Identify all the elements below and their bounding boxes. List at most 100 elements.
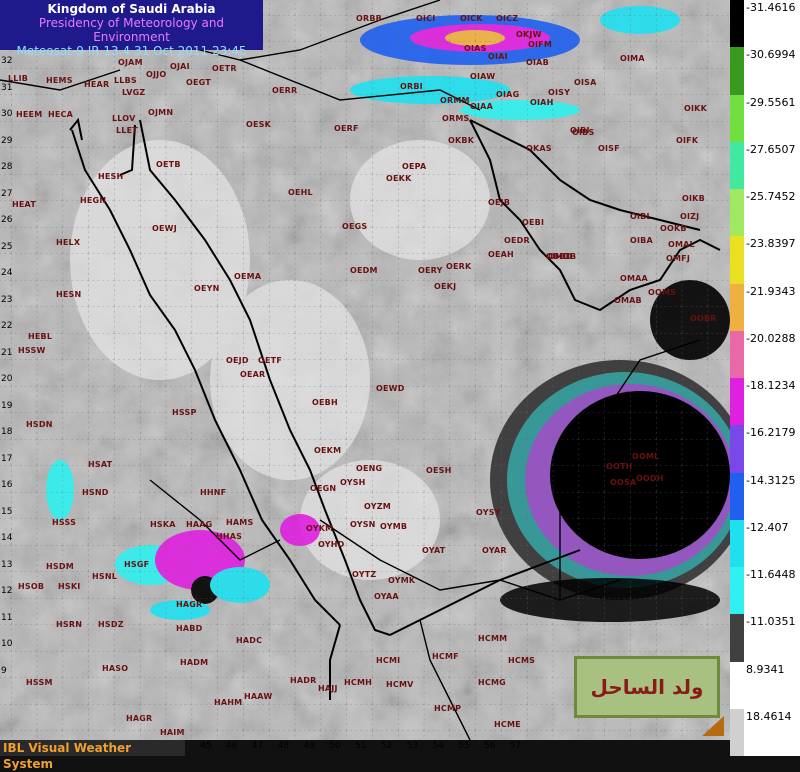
station-label: OISF [598, 144, 620, 153]
station-label: OIAW [470, 72, 496, 81]
station-label: OMAA [620, 274, 648, 283]
latitude-tick: 29 [1, 135, 13, 146]
station-label: OJAM [118, 58, 143, 67]
station-label: OKAS [526, 144, 552, 153]
station-label: OERK [446, 262, 472, 271]
legend-swatch [730, 425, 744, 473]
station-label: LLOV [112, 114, 136, 123]
legend-label: -14.3125 [746, 473, 796, 487]
temperature-legend: -31.4616 -30.6994 -29.5561 -27.6507 -25.7452… [730, 0, 800, 756]
station-label: OEKM [314, 446, 342, 455]
latitude-tick: 25 [1, 241, 13, 252]
station-label: OENG [356, 464, 383, 473]
satellite-map[interactable]: ORBB OICI OICK OICZ OIAS OIAI OIFM OJAM OJAI OJJO… [0, 0, 730, 740]
station-label: HESH [98, 172, 124, 181]
station-label: HAGR [126, 714, 153, 723]
station-label: OIAH [530, 98, 554, 107]
station-label: HELX [56, 238, 81, 247]
title-banner: Kingdom of Saudi Arabia Presidency of Me… [0, 0, 263, 58]
station-label: OJMN [148, 108, 174, 117]
station-label: OEJD [226, 356, 249, 365]
station-label: OEWJ [152, 224, 177, 233]
station-label: HCMS [508, 656, 536, 665]
longitude-tick: 47 [251, 741, 264, 751]
latitude-tick: 15 [1, 506, 13, 517]
latitude-tick: 17 [1, 453, 13, 464]
legend-swatch [730, 708, 744, 756]
latitude-tick: 9 [1, 665, 7, 676]
station-label: HSOB [18, 582, 45, 591]
station-label: OEBH [312, 398, 338, 407]
latitude-tick: 24 [1, 268, 13, 278]
station-label: OEYN [194, 284, 220, 293]
station-label: OEGS [342, 222, 368, 231]
station-label: HEMS [46, 76, 73, 85]
legend-swatch [730, 661, 744, 709]
station-label: OIAI [488, 52, 508, 61]
station-label: HADC [236, 636, 263, 645]
latitude-tick: 26 [1, 215, 13, 225]
legend-swatch [730, 141, 744, 189]
station-label: HAAG [186, 520, 213, 529]
latitude-tick: 32 [1, 56, 13, 66]
station-label: ORMS [442, 114, 470, 123]
latitude-tick: 23 [1, 294, 13, 305]
latitude-tick: 12 [1, 586, 13, 596]
station-label: HSSM [26, 678, 53, 687]
station-label: HECA [48, 110, 74, 119]
latitude-tick: 27 [1, 188, 13, 199]
station-label: OETB [156, 160, 181, 169]
station-label: HSDM [46, 562, 74, 571]
watermark-stamp: ولد الساحل [574, 656, 720, 718]
station-label: HCMG [478, 678, 506, 687]
station-label: HCMP [434, 704, 462, 713]
legend-swatch [730, 567, 744, 615]
latitude-tick: 31 [1, 82, 13, 93]
station-label: OIAB [526, 58, 549, 67]
lat-lon-grid [0, 0, 730, 740]
station-label: HASO [102, 664, 129, 673]
station-label: OKBK [448, 136, 475, 145]
station-label: OOMS [648, 288, 677, 297]
station-label: OIAA [470, 102, 493, 111]
station-label: OYSN [350, 520, 376, 529]
station-label: OKJW [516, 30, 542, 39]
legend-label: 18.4614 [746, 709, 792, 723]
station-label: OYMK [388, 576, 416, 585]
station-label: HSSW [18, 346, 46, 355]
legend-swatch [730, 283, 744, 331]
legend-label: -18.1234 [746, 379, 796, 392]
legend-label: -12.407 [746, 520, 789, 534]
station-label: OOKB [660, 224, 687, 233]
station-label: OIZJ [680, 212, 700, 221]
legend-swatch [730, 330, 744, 378]
station-label: OEDM [350, 266, 378, 275]
station-label: OYKM [306, 524, 334, 533]
station-label: OEKK [386, 174, 412, 183]
legend-label: -11.0351 [746, 615, 796, 629]
latitude-tick: 22 [1, 321, 13, 331]
station-label: OYSY [476, 508, 501, 517]
station-label: OIFK [676, 136, 699, 145]
legend-label: 8.9341 [746, 662, 785, 676]
longitude-tick: 48 [277, 741, 290, 751]
longitude-tick: 57 [509, 741, 522, 751]
station-label: HCMV [386, 680, 414, 689]
station-label: OICK [460, 14, 483, 23]
legend-label: -27.6507 [746, 142, 796, 156]
station-label: OEJB [488, 198, 511, 207]
station-label: HSSP [172, 408, 197, 417]
station-label: HAJJ [318, 684, 338, 693]
station-label: HABD [176, 624, 203, 633]
legend-swatch [730, 94, 744, 142]
station-label: OIAS [464, 44, 487, 53]
station-label: OIBA [630, 236, 653, 245]
station-label: OIKB [682, 194, 705, 203]
legend-label: -25.7452 [746, 190, 796, 203]
legend-swatch [730, 236, 744, 284]
station-label: OETF [258, 356, 282, 365]
station-label: OISA [574, 78, 597, 87]
station-label: OYHD [318, 540, 345, 549]
legend-label: -20.0288 [746, 331, 796, 345]
longitude-tick: 53 [406, 741, 419, 751]
